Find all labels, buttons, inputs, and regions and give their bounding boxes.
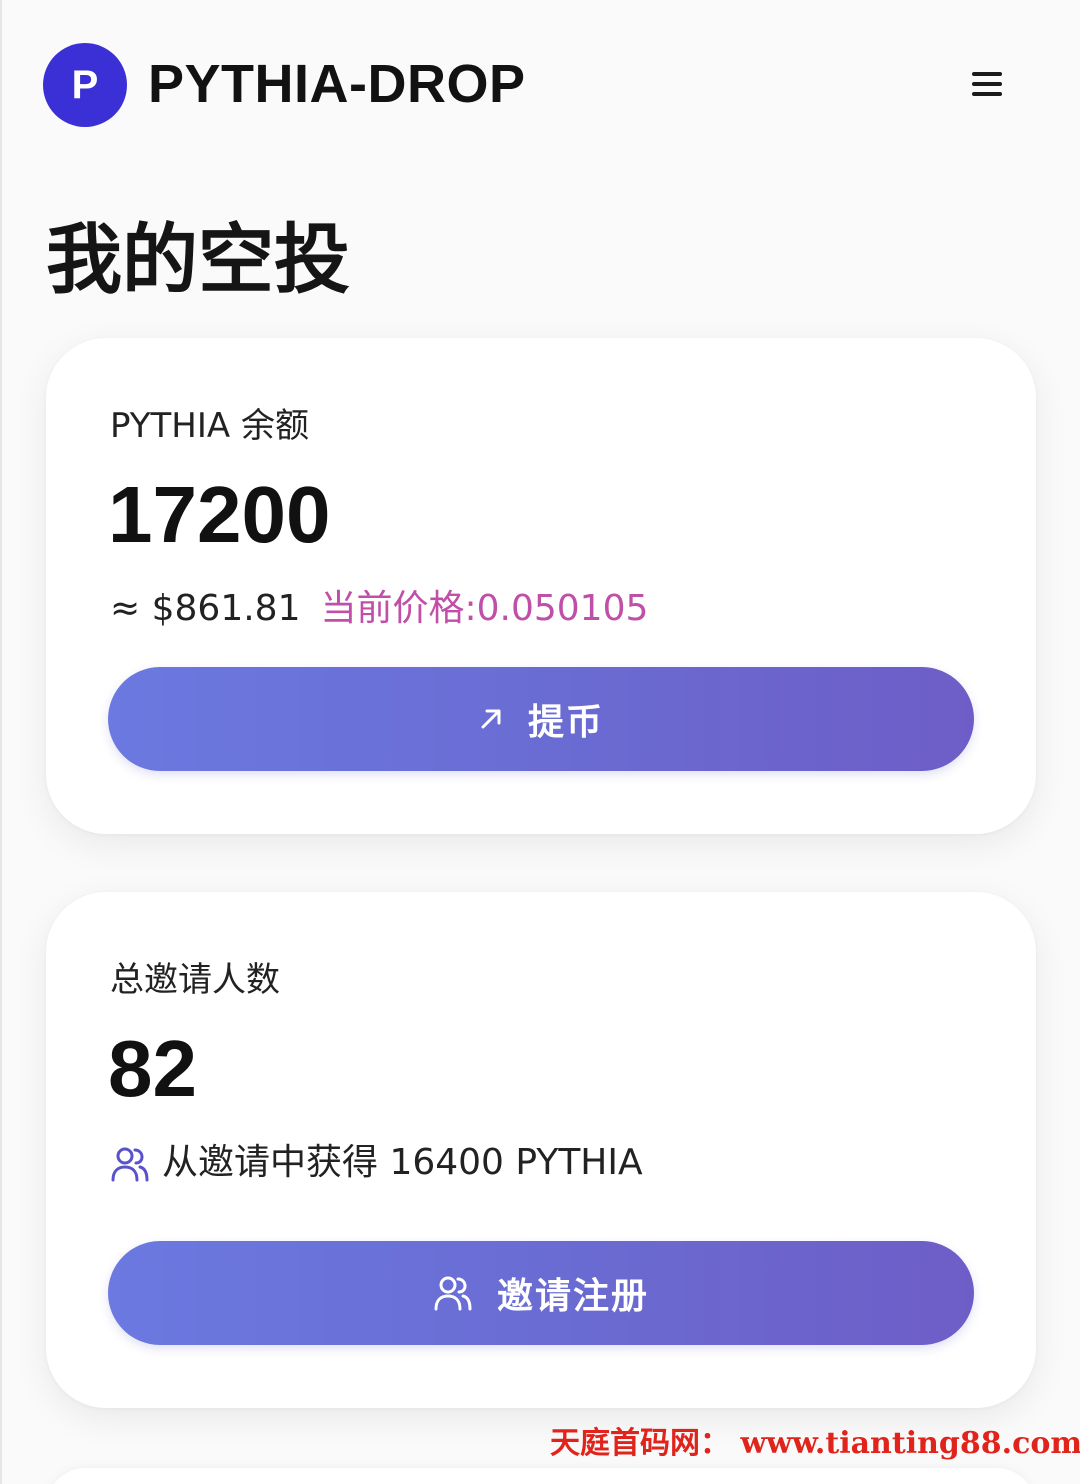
page: P PYTHIA-DROP 我的空投 PYTHIA 余额 17200 ≈ $86…: [0, 0, 1080, 1484]
invite-count-value: 82: [108, 1024, 197, 1113]
arrow-up-right-icon: [478, 706, 504, 732]
invite-count-label: 总邀请人数: [110, 960, 280, 1000]
page-title: 我的空投: [46, 215, 350, 304]
app-header: P PYTHIA-DROP: [2, 0, 1080, 170]
invite-register-button[interactable]: 邀请注册: [108, 1241, 974, 1345]
invite-register-button-label: 邀请注册: [496, 1276, 649, 1317]
watermark: 天庭首码网： www.tianting88.com: [550, 1426, 1080, 1461]
balance-value: 17200: [108, 470, 331, 559]
invite-card: 总邀请人数 82 从邀请中获得 16400 PYTHIA 邀请注册: [46, 892, 1036, 1408]
balance-label: PYTHIA 余额: [110, 406, 309, 446]
users-icon: [110, 1145, 150, 1183]
withdraw-button[interactable]: 提币: [108, 667, 974, 771]
invite-earned-line: 从邀请中获得 16400 PYTHIA: [110, 1140, 643, 1186]
balance-card: PYTHIA 余额 17200 ≈ $861.81 当前价格:0.050105 提…: [46, 338, 1036, 834]
invite-earned-text: 从邀请中获得 16400 PYTHIA: [162, 1142, 643, 1183]
withdraw-button-label: 提币: [527, 702, 604, 743]
users-icon: [433, 1274, 473, 1312]
balance-subline: ≈ $861.81 当前价格:0.050105: [110, 586, 648, 632]
usd-value: ≈ $861.81: [110, 588, 301, 629]
hamburger-menu-icon[interactable]: [964, 64, 1010, 104]
logo[interactable]: P: [43, 43, 127, 127]
brand-name: PYTHIA-DROP: [148, 54, 526, 114]
next-card-edge: [46, 1468, 1036, 1484]
current-price: 当前价格:0.050105: [320, 588, 649, 629]
